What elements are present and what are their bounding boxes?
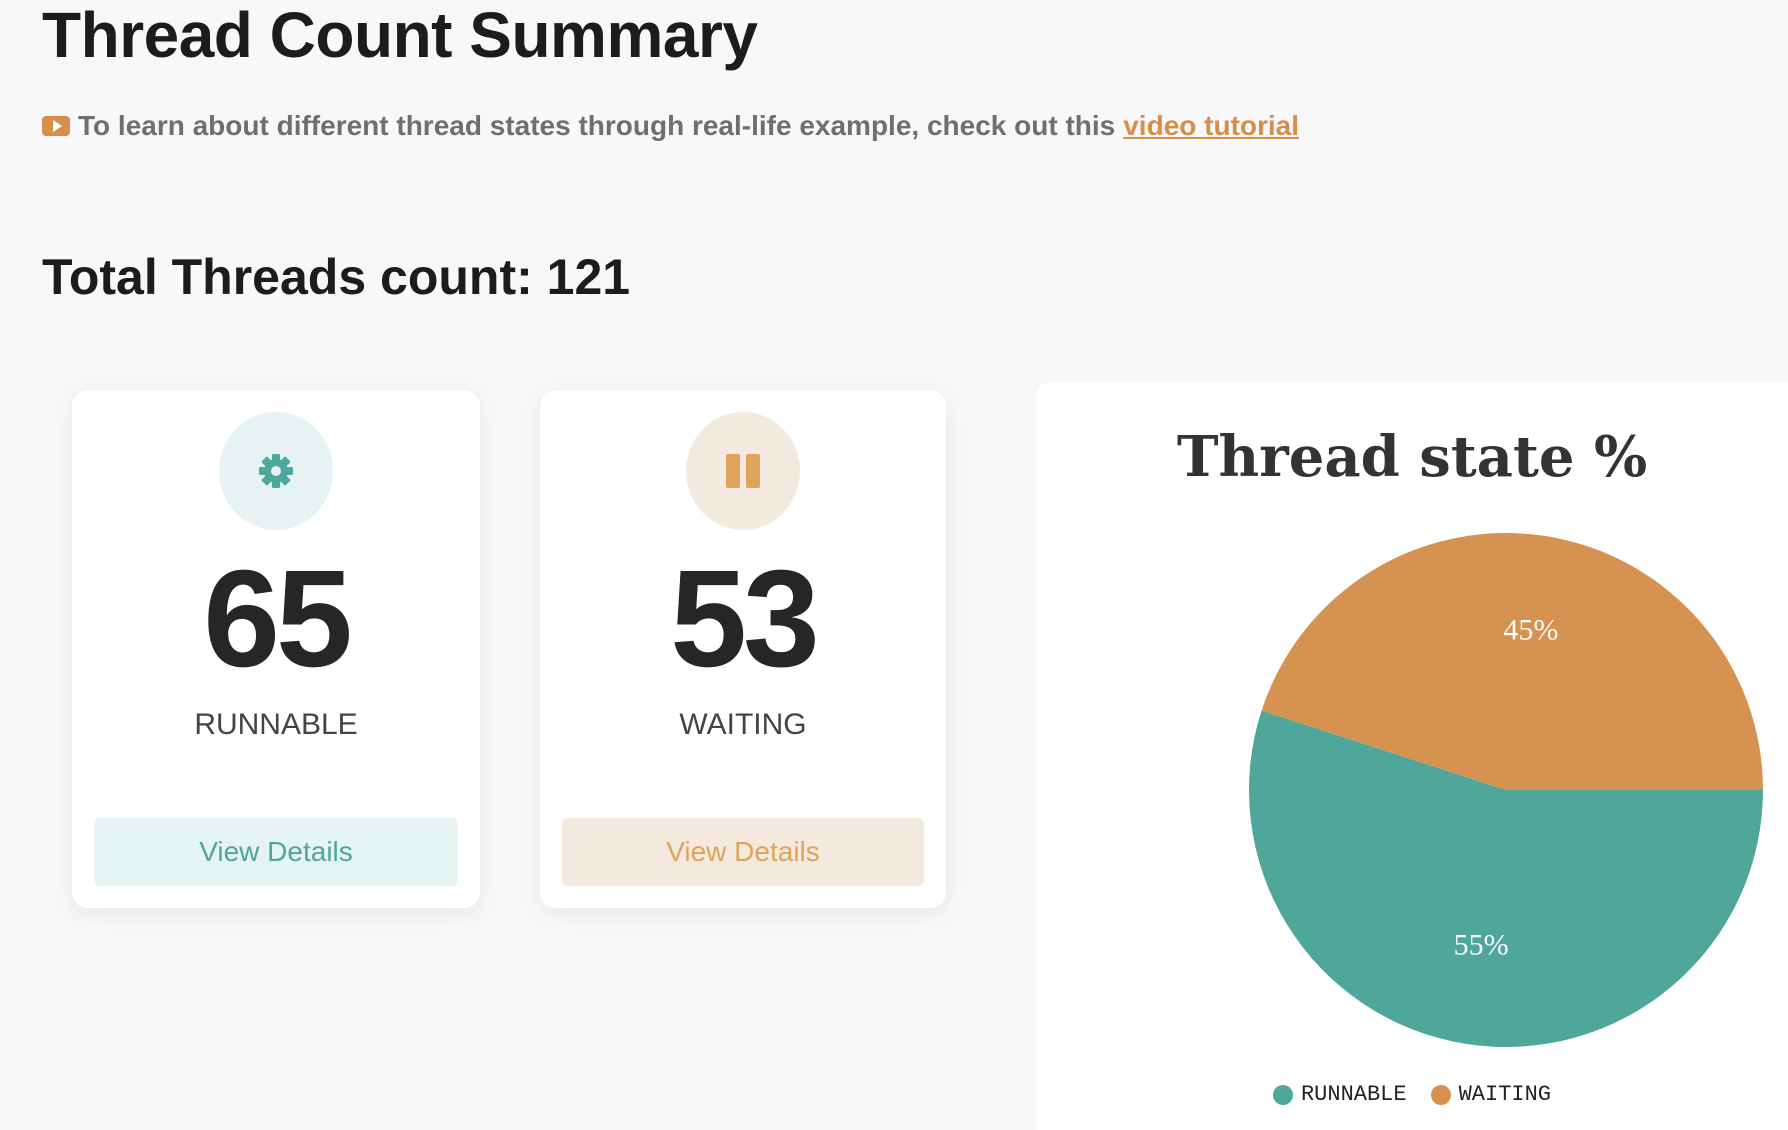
runnable-label: RUNNABLE (194, 708, 358, 741)
waiting-count: 53 (670, 542, 820, 696)
runnable-card: 65 RUNNABLE View Details (72, 390, 480, 908)
legend-label-waiting: WAITING (1458, 1082, 1552, 1107)
gear-icon (259, 454, 293, 488)
pause-icon (726, 454, 760, 488)
waiting-view-details-button[interactable]: View Details (562, 818, 924, 886)
chart-legend: RUNNABLE WAITING (1036, 1082, 1788, 1107)
legend-item-runnable[interactable]: RUNNABLE (1272, 1082, 1407, 1107)
tutorial-text: To learn about different thread states t… (78, 110, 1116, 141)
legend-dot-waiting (1430, 1084, 1451, 1105)
waiting-label: WAITING (679, 708, 807, 741)
total-threads-count: Total Threads count: 121 (42, 249, 631, 305)
legend-item-waiting[interactable]: WAITING (1430, 1082, 1552, 1107)
legend-label-runnable: RUNNABLE (1300, 1082, 1407, 1107)
video-play-icon (42, 116, 70, 136)
page-title: Thread Count Summary (42, 0, 758, 71)
runnable-icon-circle (219, 412, 333, 530)
pie-label-runnable: 55% (1454, 928, 1509, 961)
legend-dot-runnable (1272, 1084, 1293, 1105)
tutorial-note: To learn about different thread states t… (42, 110, 1299, 142)
runnable-count: 65 (203, 542, 353, 696)
pie-label-waiting: 45% (1503, 614, 1558, 647)
pie-chart: 55% 45% (1249, 533, 1763, 1048)
waiting-icon-circle (686, 412, 800, 530)
waiting-card: 53 WAITING View Details (540, 390, 946, 908)
video-tutorial-link[interactable]: video tutorial (1123, 110, 1299, 142)
runnable-view-details-button[interactable]: View Details (94, 818, 458, 886)
thread-state-chart-panel: Thread state % 55% 45% RUNNABLE WAITING (1036, 382, 1788, 1130)
